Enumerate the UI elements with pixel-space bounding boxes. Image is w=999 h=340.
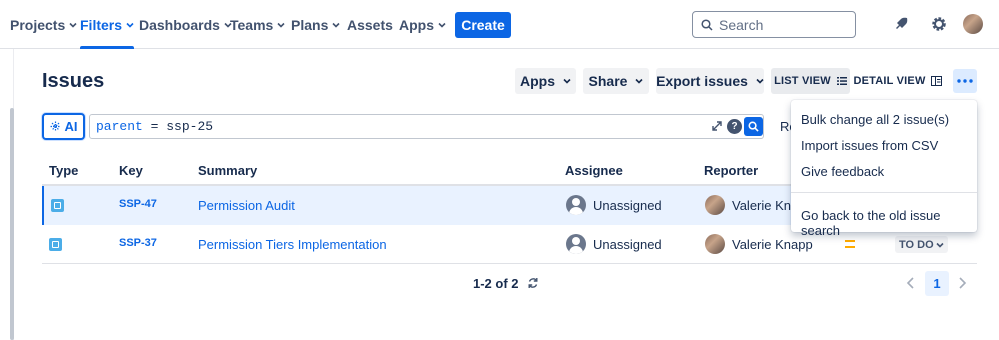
chevron-down-icon — [756, 78, 764, 84]
create-button[interactable]: Create — [455, 12, 511, 38]
jql-input[interactable]: parent = ssp-25 ? — [89, 114, 764, 139]
issue-summary[interactable]: Permission Tiers Implementation — [198, 237, 387, 252]
share-button-label: Share — [588, 73, 628, 89]
page-number-current[interactable]: 1 — [925, 271, 949, 296]
chevron-down-icon — [69, 22, 77, 28]
nav-plans-label: Plans — [291, 16, 329, 33]
column-header-reporter[interactable]: Reporter — [704, 163, 758, 178]
menu-item-bulk-change[interactable]: Bulk change all 2 issue(s) — [801, 112, 949, 127]
unassigned-avatar — [566, 234, 586, 254]
list-icon — [836, 77, 847, 85]
search-icon — [701, 18, 713, 31]
status-dropdown[interactable]: TO DO — [895, 236, 948, 253]
column-header-summary[interactable]: Summary — [198, 163, 257, 178]
list-view-label: LIST VIEW — [774, 75, 831, 87]
unassigned-avatar — [566, 195, 586, 215]
menu-item-old-search[interactable]: Go back to the old issue search — [801, 208, 977, 238]
ai-label: AI — [64, 119, 78, 134]
issue-summary[interactable]: Permission Audit — [198, 198, 295, 213]
nav-apps[interactable]: Apps — [399, 0, 446, 49]
subtask-icon — [51, 199, 64, 212]
assignee-name[interactable]: Unassigned — [593, 198, 662, 213]
reporter-name[interactable]: Valerie Knapp — [732, 237, 813, 252]
jql-operator: = — [150, 119, 159, 134]
more-actions-button[interactable] — [953, 69, 977, 93]
next-page-icon[interactable] — [956, 276, 968, 290]
reporter-name[interactable]: Valerie Kna — [732, 198, 798, 213]
assignee-name[interactable]: Unassigned — [593, 237, 662, 252]
view-toggle: LIST VIEW DETAIL VIEW — [771, 68, 947, 94]
menu-item-give-feedback[interactable]: Give feedback — [801, 164, 884, 179]
jql-search-button[interactable] — [744, 117, 763, 136]
page-title: Issues — [42, 70, 105, 92]
search-input[interactable] — [719, 16, 839, 33]
subtask-icon — [49, 238, 62, 251]
export-issues-button[interactable]: Export issues — [656, 68, 764, 94]
chevron-down-icon — [277, 22, 285, 28]
search-icon — [748, 121, 759, 132]
global-search[interactable] — [692, 11, 856, 38]
ai-search-button[interactable]: AI — [42, 113, 85, 140]
more-actions-menu: Bulk change all 2 issue(s) Import issues… — [791, 100, 977, 238]
reporter-avatar — [705, 234, 725, 254]
apps-button-label: Apps — [520, 73, 555, 89]
nav-apps-label: Apps — [399, 16, 434, 33]
sidebar-scrollbar[interactable] — [10, 108, 14, 340]
nav-projects[interactable]: Projects — [10, 0, 77, 49]
menu-divider — [791, 192, 977, 193]
detail-view-icon — [930, 76, 942, 86]
nav-assets-label: Assets — [347, 16, 393, 33]
chevron-down-icon — [936, 242, 944, 248]
nav-assets[interactable]: Assets — [347, 0, 393, 49]
previous-page-icon[interactable] — [905, 276, 917, 290]
detail-view-button[interactable]: DETAIL VIEW — [850, 68, 945, 94]
menu-item-import-csv[interactable]: Import issues from CSV — [801, 138, 938, 153]
column-header-assignee[interactable]: Assignee — [565, 163, 623, 178]
apps-button[interactable]: Apps — [515, 68, 576, 94]
nav-teams-label: Teams — [230, 16, 274, 33]
nav-filters-label: Filters — [80, 16, 123, 33]
chevron-down-icon — [635, 78, 644, 84]
nav-filters[interactable]: Filters — [80, 0, 135, 49]
expand-icon[interactable] — [711, 120, 723, 132]
jql-help-icon[interactable]: ? — [727, 119, 742, 134]
export-issues-label: Export issues — [656, 73, 748, 89]
column-header-key[interactable]: Key — [119, 163, 143, 178]
status-label: TO DO — [899, 238, 934, 251]
list-view-button[interactable]: LIST VIEW — [771, 68, 850, 94]
issue-key[interactable]: SSP-37 — [119, 237, 157, 249]
column-header-type[interactable]: Type — [49, 163, 78, 178]
chevron-down-icon — [126, 22, 134, 28]
nav-dashboards-label: Dashboards — [139, 16, 220, 33]
nav-teams[interactable]: Teams — [230, 0, 285, 49]
ai-sparkle-icon — [50, 121, 60, 132]
detail-view-label: DETAIL VIEW — [853, 75, 926, 87]
jql-value: ssp-25 — [166, 119, 214, 134]
jql-field: parent — [96, 119, 143, 134]
chevron-down-icon — [332, 22, 340, 28]
chevron-down-icon — [563, 78, 571, 84]
profile-avatar[interactable] — [963, 14, 983, 34]
share-button[interactable]: Share — [583, 68, 649, 94]
reporter-avatar — [705, 195, 725, 215]
nav-plans[interactable]: Plans — [291, 0, 340, 49]
settings-icon[interactable] — [928, 13, 950, 35]
refresh-icon[interactable] — [527, 277, 539, 289]
priority-medium-icon[interactable] — [845, 240, 855, 248]
help-icon[interactable]: ? — [895, 13, 917, 35]
chevron-down-icon — [438, 22, 446, 28]
nav-projects-label: Projects — [10, 16, 66, 33]
more-horizontal-icon — [957, 79, 973, 83]
pagination-summary: 1-2 of 2 — [473, 276, 519, 291]
issue-key[interactable]: SSP-47 — [119, 198, 157, 210]
nav-dashboards[interactable]: Dashboards — [139, 0, 232, 49]
jql-query[interactable]: parent = ssp-25 — [96, 119, 213, 134]
top-navigation: Projects Filters Dashboards Teams Plans … — [0, 0, 999, 49]
